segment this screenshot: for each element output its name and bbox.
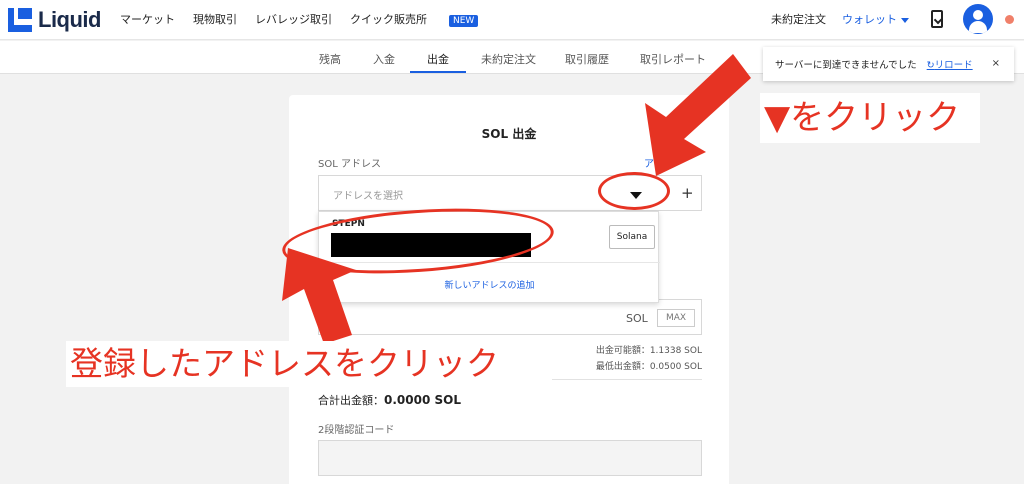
arrow-to-address: [282, 248, 356, 344]
annotation-click-caret: ▼をクリック: [760, 93, 980, 143]
annotation-arrows: [282, 54, 751, 344]
arrow-to-caret: [645, 54, 751, 176]
annotation-click-address: 登録したアドレスをクリック: [66, 341, 552, 387]
